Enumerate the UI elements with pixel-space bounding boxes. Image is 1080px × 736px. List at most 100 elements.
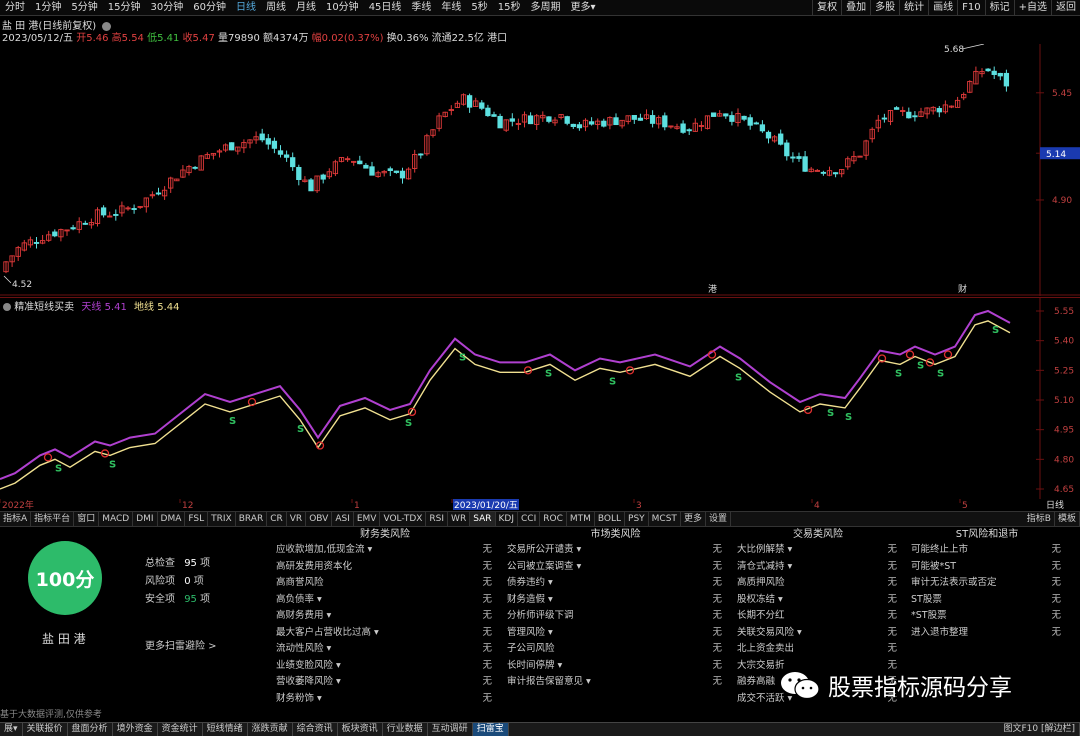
risk-row[interactable]: 清仓式减持 ▾ 无 [733,559,903,576]
indicator-tab-24[interactable]: MCST [649,512,681,526]
period-tab-6[interactable]: 日线 [231,0,261,15]
indicator-tab-15[interactable]: RSI [426,512,449,526]
period-tab-16[interactable]: 更多▾ [566,0,601,15]
period-tab-2[interactable]: 5分钟 [66,0,102,15]
period-tab-9[interactable]: 10分钟 [321,0,364,15]
status-tab-8[interactable]: 板块资讯 [338,723,383,736]
event-marker[interactable]: 港 [708,283,717,295]
period-tab-8[interactable]: 月线 [291,0,321,15]
toolbar-action-7[interactable]: +自选 [1013,0,1051,15]
period-tab-15[interactable]: 多周期 [526,0,566,15]
risk-row[interactable]: 高负债率 ▾ 无 [272,592,498,609]
risk-row[interactable]: 应收款增加,低现金流 ▾ 无 [272,542,498,559]
toolbar-action-8[interactable]: 返回 [1051,0,1080,15]
indicator-tab-0[interactable]: 指标A [0,512,32,526]
risk-row[interactable]: 进入退市整理 无 [907,625,1067,642]
risk-row[interactable]: 可能被*ST 无 [907,559,1067,576]
risk-row[interactable]: 大比例解禁 ▾ 无 [733,542,903,559]
toolbar-action-3[interactable]: 统计 [899,0,928,15]
indicator-tab-26[interactable]: 设置 [706,512,731,526]
indicator-tab-19[interactable]: CCI [518,512,541,526]
risk-row[interactable]: 高研发费用资本化 无 [272,559,498,576]
period-tab-1[interactable]: 1分钟 [30,0,66,15]
period-tab-3[interactable]: 15分钟 [103,0,146,15]
risk-row[interactable]: 高财务费用 ▾ 无 [272,608,498,625]
indicator-tab-5[interactable]: DMA [158,512,186,526]
more-scan-link[interactable]: 更多扫雷避险 > [145,637,217,652]
period-tab-0[interactable]: 分时 [0,0,30,15]
status-tab-3[interactable]: 境外资金 [113,723,158,736]
period-tab-7[interactable]: 周线 [261,0,291,15]
risk-row[interactable]: 子公司风险 无 [503,641,728,658]
indicator-settings-icon[interactable] [3,303,11,311]
f10-toggle[interactable]: 图文F10 [解边栏] [999,723,1080,736]
risk-row[interactable]: 流动性风险 ▾ 无 [272,641,498,658]
candlestick-chart[interactable]: 5.455.144.905.145.684.52港财 [0,44,1080,296]
status-tab-4[interactable]: 资金统计 [158,723,203,736]
risk-row[interactable]: 审计报告保留意见 ▾ 无 [503,674,728,691]
risk-row[interactable]: 分析师评级下调 无 [503,608,728,625]
period-tab-5[interactable]: 60分钟 [188,0,231,15]
toolbar-action-2[interactable]: 多股 [870,0,899,15]
tab-right-1[interactable]: 模板 [1055,512,1080,526]
status-tab-5[interactable]: 短线情绪 [203,723,248,736]
tab-right-0[interactable]: 指标B [1024,512,1055,526]
indicator-tab-21[interactable]: MTM [567,512,595,526]
status-tab-0[interactable]: 展▾ [0,723,23,736]
status-tab-1[interactable]: 关联报价 [23,723,68,736]
indicator-tab-3[interactable]: MACD [99,512,134,526]
indicator-tab-14[interactable]: VOL-TDX [380,512,427,526]
period-tab-10[interactable]: 45日线 [364,0,407,15]
risk-row[interactable]: 管理风险 ▾ 无 [503,625,728,642]
status-tab-2[interactable]: 盘面分析 [68,723,113,736]
toolbar-action-5[interactable]: F10 [957,0,984,15]
period-tab-4[interactable]: 30分钟 [145,0,188,15]
indicator-tab-9[interactable]: CR [267,512,287,526]
toolbar-action-0[interactable]: 复权 [812,0,841,15]
risk-row[interactable]: 债券违约 ▾ 无 [503,575,728,592]
status-tab-6[interactable]: 涨跌贡献 [248,723,293,736]
status-tab-7[interactable]: 综合资讯 [293,723,338,736]
risk-row[interactable]: 业绩变脸风险 ▾ 无 [272,658,498,675]
risk-row[interactable]: 公司被立案调查 ▾ 无 [503,559,728,576]
indicator-tab-1[interactable]: 指标平台 [31,512,75,526]
indicator-tab-11[interactable]: OBV [306,512,333,526]
indicator-chart[interactable]: 5.555.405.255.104.954.804.65S SSSSSSS SS SS… [0,297,1080,499]
indicator-tab-6[interactable]: FSL [185,512,209,526]
indicator-tab-8[interactable]: BRAR [236,512,268,526]
event-marker[interactable]: 财 [958,283,967,295]
indicator-tab-16[interactable]: WR [448,512,471,526]
indicator-tab-7[interactable]: TRIX [208,512,236,526]
toolbar-action-4[interactable]: 画线 [928,0,957,15]
indicator-tab-13[interactable]: EMV [354,512,381,526]
indicator-tab-17[interactable]: SAR [470,512,496,526]
risk-row[interactable]: 财务粉饰 ▾ 无 [272,691,498,708]
indicator-tab-12[interactable]: ASI [332,512,354,526]
status-tab-11[interactable]: 扫雷宝 [472,723,509,736]
indicator-tab-2[interactable]: 窗口 [74,512,100,526]
risk-row[interactable]: 高商誉风险 无 [272,575,498,592]
risk-row[interactable]: 北上资金卖出 无 [733,641,903,658]
period-tab-13[interactable]: 5秒 [466,0,492,15]
period-tab-14[interactable]: 15秒 [493,0,526,15]
risk-row[interactable]: 长期不分红 无 [733,608,903,625]
risk-row[interactable]: *ST股票 无 [907,608,1067,625]
risk-row[interactable]: 可能终止上市 无 [907,542,1067,559]
risk-row[interactable]: ST股票 无 [907,592,1067,609]
indicator-tab-20[interactable]: ROC [540,512,567,526]
risk-row[interactable]: 股权冻结 ▾ 无 [733,592,903,609]
indicator-tab-23[interactable]: PSY [625,512,649,526]
toolbar-action-1[interactable]: 叠加 [841,0,870,15]
status-tab-10[interactable]: 互动调研 [428,723,473,736]
risk-row[interactable]: 营收萎降风险 ▾ 无 [272,674,498,691]
risk-row[interactable]: 高质押风险 无 [733,575,903,592]
period-tab-11[interactable]: 季线 [406,0,436,15]
status-tab-9[interactable]: 行业数据 [383,723,428,736]
indicator-tab-18[interactable]: KDJ [496,512,518,526]
risk-row[interactable]: 关联交易风险 ▾ 无 [733,625,903,642]
risk-row[interactable]: 财务造假 ▾ 无 [503,592,728,609]
indicator-tab-25[interactable]: 更多 [681,512,706,526]
risk-row[interactable]: 审计无法表示或否定 无 [907,575,1067,592]
toolbar-action-6[interactable]: 标记 [984,0,1014,15]
indicator-tab-10[interactable]: VR [287,512,307,526]
